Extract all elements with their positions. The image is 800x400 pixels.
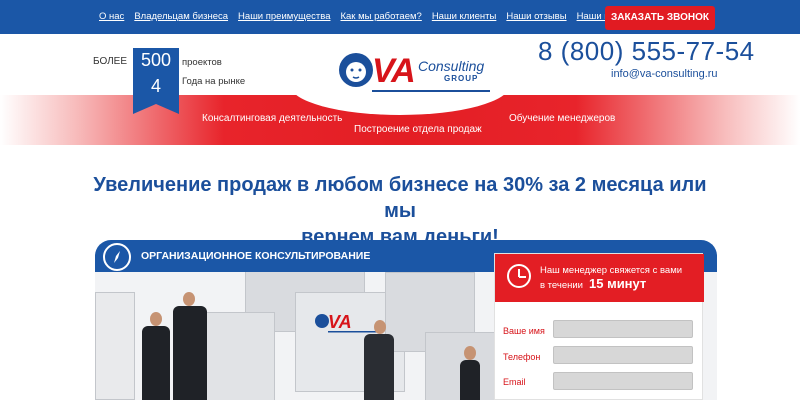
projects-label: проектов <box>182 57 222 68</box>
alarm-clock-icon <box>507 264 531 288</box>
form-header-line-2: в течении <box>540 280 583 291</box>
top-navigation-bar: О нас Владельцам бизнеса Наши преимущест… <box>0 0 800 34</box>
form-header-highlight: 15 минут <box>589 276 647 291</box>
phone-input[interactable] <box>553 346 693 364</box>
nav-item-business-owners[interactable]: Владельцам бизнеса <box>134 11 228 22</box>
svg-text:VA: VA <box>328 312 352 332</box>
company-logo[interactable]: VA Consulting GROUP <box>336 50 491 96</box>
logo-consulting-text: Consulting <box>418 58 485 74</box>
name-field-label: Ваше имя <box>503 326 545 336</box>
main-nav: О нас Владельцам бизнеса Наши преимущест… <box>99 11 654 22</box>
section-title: ОРГАНИЗАЦИОННОЕ КОНСУЛЬТИРОВАНИЕ <box>141 250 371 262</box>
email-link[interactable]: info@va-consulting.ru <box>611 68 718 80</box>
page-headline: Увеличение продаж в любом бизнесе на 30%… <box>80 172 720 250</box>
subnav-consulting[interactable]: Консалтинговая деятельность <box>202 113 342 124</box>
stats-badge: 500 4 <box>133 48 179 114</box>
subnav-manager-training[interactable]: Обучение менеджеров <box>509 113 615 124</box>
form-header-line-1: Наш менеджер свяжется с вами <box>540 265 683 276</box>
logo-va-text: VA <box>372 52 416 90</box>
nav-item-how-we-work[interactable]: Как мы работаем? <box>340 11 421 22</box>
puzzle-piece <box>95 292 135 400</box>
nav-item-reviews[interactable]: Наши отзывы <box>506 11 566 22</box>
logo-underline <box>372 90 490 92</box>
callback-form: Наш менеджер свяжется с вами в течении 1… <box>494 253 704 400</box>
nav-item-clients[interactable]: Наши клиенты <box>432 11 497 22</box>
compass-needle-icon <box>114 251 120 263</box>
phone-field-label: Телефон <box>503 352 541 362</box>
years-label: Года на рынке <box>182 76 246 87</box>
order-call-button[interactable]: ЗАКАЗАТЬ ЗВОНОК <box>605 6 715 30</box>
years-count: 4 <box>150 76 161 96</box>
projects-count: 500 <box>140 50 172 70</box>
phone-number[interactable]: 8 (800) 555-77-54 <box>538 36 755 67</box>
nav-item-advantages[interactable]: Наши преимущества <box>238 11 330 22</box>
lion-icon <box>339 53 373 87</box>
stats-prefix: БОЛЕЕ <box>93 56 128 67</box>
puzzle-logo-icon: VA <box>315 312 382 333</box>
puzzle-piece <box>195 312 275 400</box>
email-input[interactable] <box>553 372 693 390</box>
logo-group-text: GROUP <box>444 74 479 83</box>
headline-line-1: Увеличение продаж в любом бизнесе на 30%… <box>93 174 707 222</box>
subnav-sales-department[interactable]: Построение отдела продаж <box>354 124 482 135</box>
nav-item-about[interactable]: О нас <box>99 11 124 22</box>
header-red-wave <box>0 75 800 145</box>
compass-icon <box>103 243 131 271</box>
name-input[interactable] <box>553 320 693 338</box>
form-header: Наш менеджер свяжется с вами в течении 1… <box>495 254 704 302</box>
email-field-label: Email <box>503 377 526 387</box>
